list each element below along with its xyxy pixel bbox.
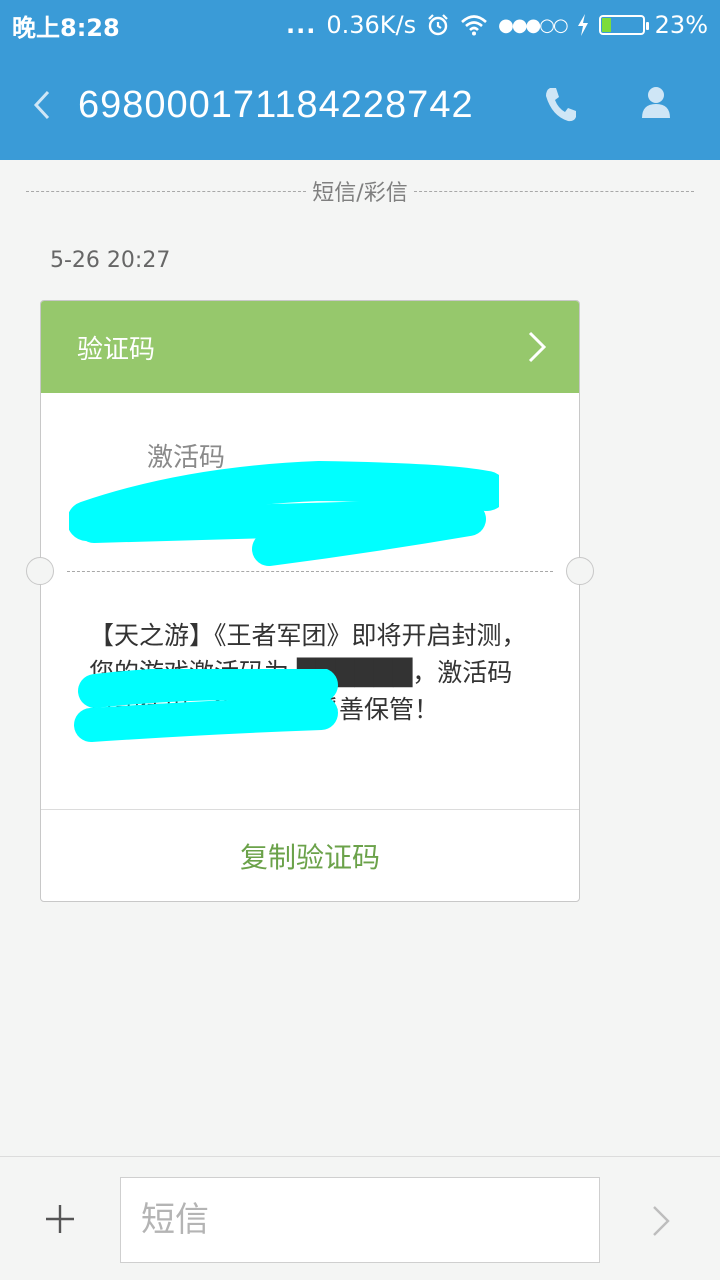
more-notifications-icon: ... bbox=[286, 11, 317, 39]
message-redaction bbox=[74, 669, 338, 742]
message-input[interactable] bbox=[120, 1177, 600, 1263]
wifi-icon bbox=[461, 15, 488, 36]
network-speed: 0.36K/s bbox=[326, 11, 417, 39]
status-icons: ... 0.36K/s ●●●○○ 23% bbox=[286, 11, 708, 39]
contact-number: 6980001711842287​42 bbox=[78, 84, 474, 126]
back-icon bbox=[33, 90, 50, 120]
verification-card[interactable]: 验证码 激活码 【天之游】《王者军团》即将开启封测，您的游戏激活码为 █████… bbox=[26, 300, 594, 902]
status-time: 晚上8:28 bbox=[12, 13, 120, 42]
app-bar: 6980001711842287​42 bbox=[0, 50, 720, 160]
thread-divider: 短信/彩信 bbox=[26, 174, 695, 208]
perforation-line bbox=[67, 571, 553, 572]
copy-code-button[interactable]: 复制验证码 bbox=[41, 810, 579, 902]
charging-icon bbox=[577, 14, 588, 36]
card-title: 验证码 bbox=[77, 335, 156, 365]
chevron-right-icon bbox=[528, 331, 547, 363]
code-redaction bbox=[69, 461, 499, 566]
contact-icon bbox=[642, 87, 670, 118]
attach-button[interactable] bbox=[40, 1199, 80, 1239]
composer-bar bbox=[0, 1156, 720, 1280]
back-button[interactable] bbox=[20, 80, 64, 130]
plus-icon bbox=[46, 1205, 74, 1233]
alarm-icon bbox=[428, 14, 448, 36]
divider-label: 短信/彩信 bbox=[312, 181, 408, 206]
ticket-notch-left bbox=[26, 557, 54, 585]
signal-icon: ●●●○○ bbox=[498, 14, 569, 36]
call-button[interactable] bbox=[540, 82, 580, 126]
battery-percent: 23% bbox=[654, 11, 708, 39]
send-button[interactable] bbox=[646, 1201, 674, 1241]
message-timestamp: 5-26 20:27 bbox=[50, 248, 171, 273]
send-chevron-icon bbox=[653, 1206, 670, 1236]
phone-icon bbox=[546, 88, 576, 122]
ticket-notch-right bbox=[566, 557, 594, 585]
card-header[interactable]: 验证码 bbox=[41, 301, 579, 393]
battery-icon bbox=[598, 15, 649, 35]
contact-button[interactable] bbox=[636, 82, 676, 126]
status-bar: 晚上8:28 ... 0.36K/s ●●●○○ 23% bbox=[0, 0, 720, 50]
